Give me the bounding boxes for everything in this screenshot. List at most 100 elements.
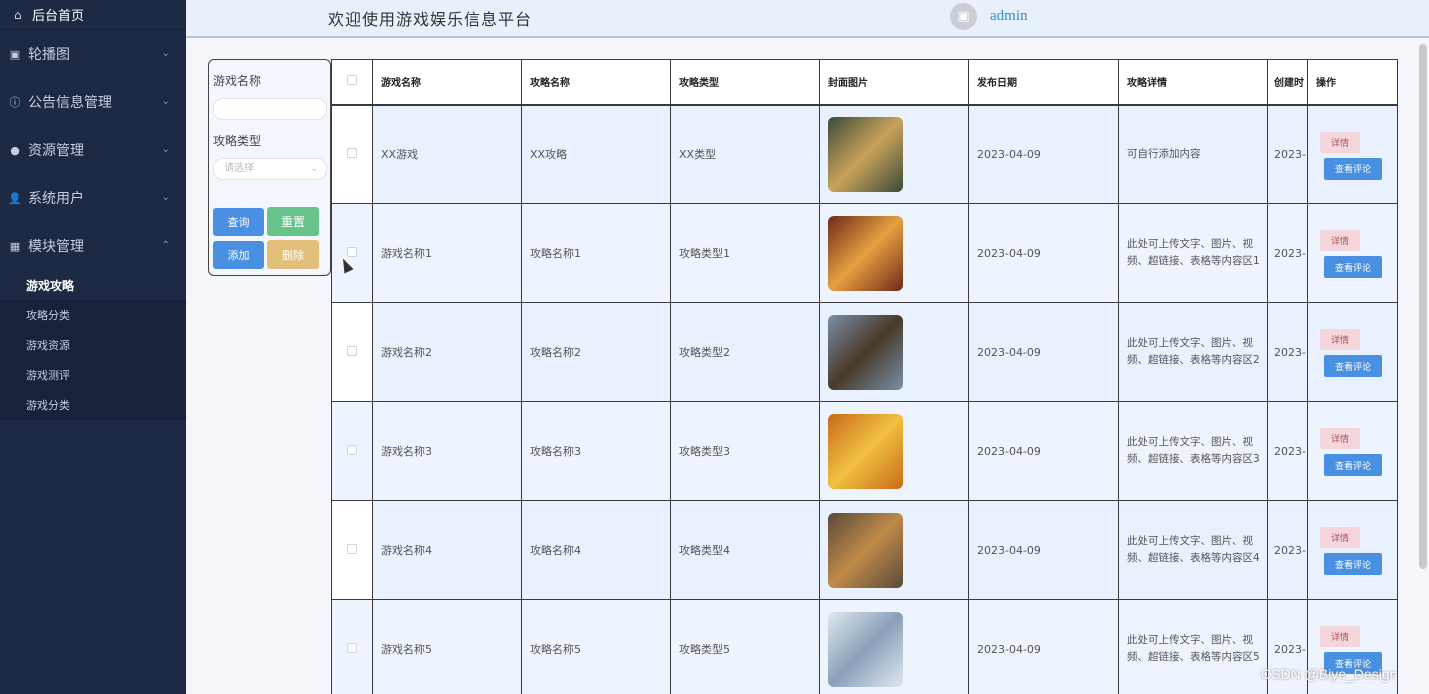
cover-image[interactable] — [828, 116, 903, 192]
cell-guide-type: 攻略类型1 — [670, 203, 820, 303]
row-checkbox[interactable] — [347, 543, 357, 554]
col-cover: 封面图片 — [819, 59, 969, 106]
cell-guide-name: XX攻略 — [521, 104, 671, 204]
game-name-input[interactable] — [213, 98, 327, 120]
cell-game-name: 游戏名称4 — [372, 500, 522, 600]
cell-actions: 详情查看评论 — [1307, 203, 1398, 303]
sidebar-group-users[interactable]: 👤 系统用户 ⌄ — [0, 174, 186, 222]
chevron-down-icon: ⌄ — [161, 96, 170, 107]
detail-button[interactable]: 详情 — [1320, 230, 1360, 251]
cell-created: 2023- — [1267, 104, 1308, 204]
table-row: 游戏名称4 攻略名称4 攻略类型4 2023-04-09 此处可上传文字、图片、视频、超… — [331, 500, 1398, 600]
add-button[interactable]: 添加 — [213, 241, 264, 269]
detail-button[interactable]: 详情 — [1320, 626, 1360, 647]
reset-button[interactable]: 重置 — [267, 207, 319, 236]
chevron-up-icon: ⌃ — [161, 240, 170, 251]
sidebar-item-game-categories[interactable]: 游戏分类 — [0, 390, 186, 420]
select-all-cell[interactable] — [331, 59, 373, 106]
cell-detail: 此处可上传文字、图片、视频、超链接、表格等内容区1 — [1118, 203, 1268, 303]
row-select-cell[interactable] — [331, 500, 373, 600]
col-guide-name: 攻略名称 — [521, 59, 671, 106]
chevron-down-icon: ⌄ — [310, 164, 318, 174]
row-checkbox[interactable] — [347, 345, 357, 356]
row-select-cell[interactable] — [331, 104, 373, 204]
cell-date: 2023-04-09 — [968, 599, 1119, 694]
sidebar-group-label: 系统用户 — [28, 191, 84, 207]
row-select-cell[interactable] — [331, 401, 373, 501]
sidebar: ⌂ 后台首页 ▣ 轮播图 ⌄ ⓘ 公告信息管理 ⌄ ● 资源管理 ⌄ 👤 系统用… — [0, 0, 186, 694]
cell-detail: 此处可上传文字、图片、视频、超链接、表格等内容区3 — [1118, 401, 1268, 501]
sidebar-group-carousel[interactable]: ▣ 轮播图 ⌄ — [0, 30, 186, 78]
sidebar-group-notices[interactable]: ⓘ 公告信息管理 ⌄ — [0, 78, 186, 126]
col-actions: 操作 — [1307, 59, 1398, 106]
row-select-cell[interactable] — [331, 599, 373, 694]
chevron-down-icon: ⌄ — [161, 144, 170, 155]
cell-actions: 详情查看评论 — [1307, 500, 1398, 600]
avatar[interactable]: ▣ — [950, 3, 977, 30]
cell-cover — [819, 500, 969, 600]
game-name-label: 游戏名称 — [213, 74, 262, 88]
view-comments-button[interactable]: 查看评论 — [1324, 355, 1382, 377]
query-button[interactable]: 查询 — [213, 208, 264, 236]
table-row: XX游戏 XX攻略 XX类型 2023-04-09 可自行添加内容 2023- 详情 查看评论 — [331, 104, 1398, 204]
cover-image[interactable] — [828, 611, 903, 687]
cell-date: 2023-04-09 — [968, 401, 1119, 501]
guide-table: 游戏名称 攻略名称 攻略类型 封面图片 发布日期 攻略详情 创建时 操作 XX游… — [331, 59, 1398, 694]
row-select-cell[interactable] — [331, 203, 373, 303]
view-comments-button[interactable]: 查看评论 — [1324, 256, 1382, 278]
cover-image[interactable] — [828, 314, 903, 390]
cell-guide-type: 攻略类型3 — [670, 401, 820, 501]
select-all-checkbox[interactable] — [347, 75, 357, 86]
page-title: 欢迎使用游戏娱乐信息平台 — [328, 10, 533, 29]
guide-type-select[interactable]: 请选择 ⌄ — [213, 158, 327, 180]
cell-detail: 此处可上传文字、图片、视频、超链接、表格等内容区2 — [1118, 302, 1268, 402]
detail-button[interactable]: 详情 — [1320, 428, 1360, 449]
cell-guide-type: 攻略类型2 — [670, 302, 820, 402]
table-row: 游戏名称1 攻略名称1 攻略类型1 2023-04-09 此处可上传文字、图片、视频、超… — [331, 203, 1398, 303]
row-checkbox[interactable] — [347, 147, 357, 158]
sidebar-group-resources[interactable]: ● 资源管理 ⌄ — [0, 126, 186, 174]
info-icon: ⓘ — [9, 96, 21, 109]
sidebar-item-game-reviews[interactable]: 游戏测评 — [0, 360, 186, 390]
select-placeholder: 请选择 — [224, 163, 254, 174]
pin-icon: ● — [10, 143, 20, 157]
username[interactable]: admin — [990, 8, 1028, 25]
cell-guide-name: 攻略名称5 — [521, 599, 671, 694]
cell-cover — [819, 104, 969, 204]
cell-guide-name: 攻略名称3 — [521, 401, 671, 501]
row-checkbox[interactable] — [347, 246, 357, 257]
row-checkbox[interactable] — [347, 444, 357, 455]
home-icon: ⌂ — [14, 7, 22, 22]
sidebar-item-guide-categories[interactable]: 攻略分类 — [0, 300, 186, 330]
col-game-name: 游戏名称 — [372, 59, 522, 106]
cell-detail: 此处可上传文字、图片、视频、超链接、表格等内容区5 — [1118, 599, 1268, 694]
cell-game-name: XX游戏 — [372, 104, 522, 204]
detail-button[interactable]: 详情 — [1320, 131, 1360, 153]
row-select-cell[interactable] — [331, 302, 373, 402]
sidebar-home[interactable]: ⌂ 后台首页 — [0, 0, 186, 30]
image-icon: ▣ — [957, 9, 970, 24]
cell-guide-type: XX类型 — [670, 104, 820, 204]
user-icon: 👤 — [8, 191, 22, 205]
cover-image[interactable] — [828, 215, 903, 291]
sidebar-group-label: 模块管理 — [28, 239, 84, 255]
detail-button[interactable]: 详情 — [1320, 527, 1360, 548]
view-comments-button[interactable]: 查看评论 — [1324, 553, 1382, 575]
view-comments-button[interactable]: 查看评论 — [1324, 454, 1382, 476]
cell-detail: 此处可上传文字、图片、视频、超链接、表格等内容区4 — [1118, 500, 1268, 600]
cover-image[interactable] — [828, 512, 903, 588]
detail-button[interactable]: 详情 — [1320, 329, 1360, 350]
row-checkbox[interactable] — [347, 642, 357, 653]
sidebar-group-modules[interactable]: ▦ 模块管理 ⌃ — [0, 222, 186, 270]
sidebar-item-game-resources[interactable]: 游戏资源 — [0, 330, 186, 360]
cell-date: 2023-04-09 — [968, 104, 1119, 204]
cell-guide-type: 攻略类型4 — [670, 500, 820, 600]
delete-button[interactable]: 删除 — [267, 240, 319, 269]
scrollbar[interactable] — [1419, 44, 1427, 569]
sidebar-item-game-guides[interactable]: 游戏攻略 — [0, 270, 186, 300]
cell-guide-name: 攻略名称4 — [521, 500, 671, 600]
view-comments-button[interactable]: 查看评论 — [1324, 157, 1382, 180]
image-icon: ▣ — [9, 47, 21, 61]
cover-image[interactable] — [828, 413, 903, 489]
chevron-down-icon: ⌄ — [161, 48, 170, 59]
